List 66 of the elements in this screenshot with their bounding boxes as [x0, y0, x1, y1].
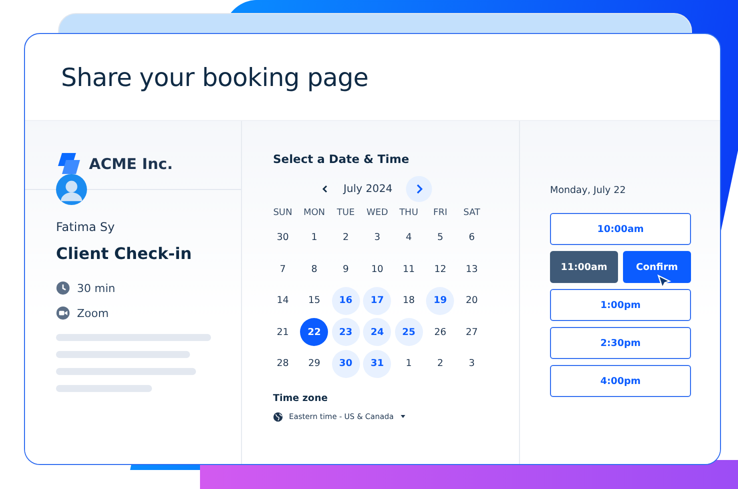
company-name: ACME Inc. — [89, 155, 173, 173]
calendar-day: 11 — [394, 255, 423, 284]
calendar-day: 9 — [332, 255, 360, 284]
globe-icon — [273, 412, 283, 422]
time-slot[interactable]: 11:00am — [550, 251, 618, 283]
calendar-day: 29 — [300, 350, 328, 378]
calendar-day: 1 — [300, 224, 328, 252]
calendar-day: 4 — [394, 224, 423, 252]
calendar-day: 12 — [426, 255, 454, 284]
event-detail: Zoom — [77, 306, 109, 320]
calendar-day: 15 — [300, 286, 328, 315]
host-name: Fatima Sy — [56, 220, 116, 234]
weekday-label: TUE — [336, 208, 356, 220]
section-heading: Select a Date & Time — [273, 152, 410, 166]
calendar-day: 7 — [268, 255, 297, 284]
calendar-day[interactable]: 31 — [363, 350, 392, 378]
month-label: July 2024 — [344, 183, 392, 195]
calendar-day: 3 — [458, 350, 486, 378]
calendar-day: 21 — [268, 318, 297, 346]
weekday-label: MON — [302, 208, 326, 220]
time-slot[interactable]: 1:00pm — [550, 289, 691, 321]
time-slot[interactable]: 2:30pm — [550, 327, 691, 359]
calendar-day[interactable]: 25 — [394, 318, 423, 346]
logo-icon — [56, 151, 82, 177]
clock-icon — [56, 281, 70, 295]
calendar-day: 18 — [394, 286, 423, 315]
calendar-day: 10 — [363, 255, 392, 284]
calendar-day: 14 — [268, 286, 297, 315]
weekday-label: WED — [365, 208, 389, 220]
calendar-day: 6 — [458, 224, 486, 252]
calendar-day[interactable]: 16 — [332, 286, 360, 315]
page-title: Share your booking page — [61, 62, 368, 92]
chevron-left-icon[interactable] — [320, 184, 330, 194]
timezone-label: Time zone — [273, 392, 329, 404]
avatar — [56, 174, 87, 205]
calendar-day[interactable]: 22 — [300, 318, 328, 346]
calendar-day: 2 — [332, 224, 360, 252]
calendar-day: 20 — [458, 286, 486, 315]
calendar-day[interactable]: 30 — [332, 350, 360, 378]
time-slot[interactable]: 10:00am — [550, 213, 691, 245]
video-camera-icon — [56, 306, 70, 320]
weekday-label: SUN — [272, 208, 294, 220]
calendar-day: 27 — [458, 318, 486, 346]
selected-date: Monday, July 22 — [550, 185, 627, 196]
calendar-day[interactable]: 24 — [363, 318, 392, 346]
weekday-label: SAT — [462, 208, 482, 220]
calendar-day[interactable]: 19 — [426, 286, 454, 315]
calendar-day: 26 — [426, 318, 454, 346]
calendar-day[interactable]: 17 — [363, 286, 392, 315]
calendar-day: 30 — [268, 224, 297, 252]
confirm-button[interactable]: Confirm — [623, 251, 691, 283]
calendar-day: 5 — [426, 224, 454, 252]
calendar-day: 28 — [268, 350, 297, 378]
calendar-day: 2 — [426, 350, 454, 378]
calendar-day: 13 — [458, 255, 486, 284]
event-detail: 30 min — [77, 282, 116, 294]
calendar-day[interactable]: 23 — [332, 318, 360, 346]
calendar-day: 1 — [394, 350, 423, 378]
time-slot[interactable]: 4:00pm — [550, 365, 691, 397]
weekday-label: FRI — [432, 208, 448, 220]
weekday-label: THU — [398, 208, 420, 220]
calendar-day: 3 — [363, 224, 392, 252]
chevron-right-button[interactable] — [406, 176, 432, 202]
caret-icon — [400, 414, 406, 419]
calendar-day: 8 — [300, 255, 328, 284]
event-title: Client Check-in — [56, 244, 193, 263]
